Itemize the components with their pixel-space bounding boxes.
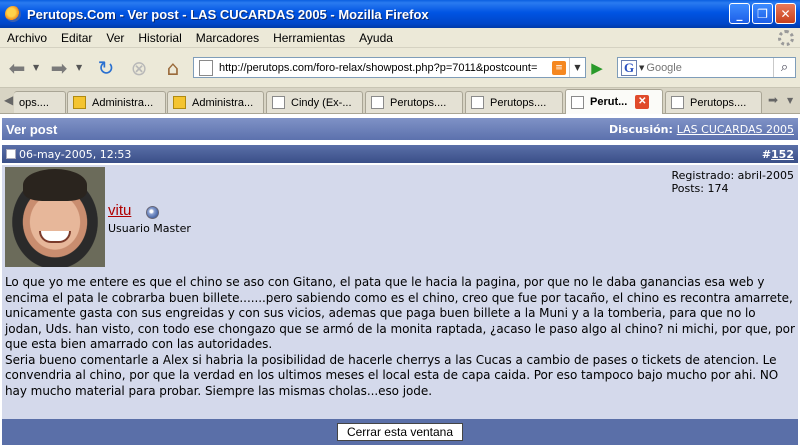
menu-bar: Archivo Editar Ver Historial Marcadores … (0, 28, 800, 48)
post-date-container: 06-may-2005, 12:53 (6, 148, 131, 161)
tab-label: Administra... (92, 96, 154, 109)
window-controls: _ ❐ ✕ (729, 3, 796, 24)
close-window-button[interactable]: ✕ (775, 3, 796, 24)
avatar-smile (39, 231, 71, 243)
discussion-link[interactable]: LAS CUCARDAS 2005 (677, 123, 794, 136)
post-paragraph-2: Seria bueno comentarle a Alex si habria … (5, 352, 779, 398)
tab-scroll-left-icon[interactable]: ◀ (4, 93, 13, 107)
tab-perutops-1[interactable]: ops.... (14, 91, 66, 113)
post-number: #152 (762, 148, 794, 161)
tab-perutops-2[interactable]: Perutops.... (365, 91, 463, 113)
url-bar[interactable]: http://perutops.com/foro-relax/showpost.… (193, 57, 586, 78)
tab-label: Cindy (Ex-... (291, 96, 352, 109)
discussion-label: Discusión: (609, 122, 673, 136)
post-number-prefix: # (761, 147, 772, 161)
menu-ver[interactable]: Ver (99, 31, 131, 45)
tab-bar: ◀ ops.... Administra... Administra... Ci… (0, 88, 800, 114)
tab-scroll-right-icon[interactable]: ➡ (768, 93, 778, 107)
page-icon (571, 95, 584, 109)
discussion-info: Discusión: LAS CUCARDAS 2005 (609, 123, 794, 136)
tab-perutops-3[interactable]: Perutops.... (465, 91, 563, 113)
admin-page-icon (73, 96, 86, 109)
go-icon[interactable]: ▶ (587, 59, 607, 77)
stop-icon[interactable]: ⊗ (126, 55, 152, 81)
tab-label: Administra... (192, 96, 254, 109)
menu-ayuda[interactable]: Ayuda (352, 31, 400, 45)
reload-icon[interactable]: ↻ (93, 55, 119, 81)
home-icon[interactable]: ⌂ (160, 55, 186, 81)
tab-cindy[interactable]: Cindy (Ex-... (266, 91, 363, 113)
page-content: Ver post Discusión: LAS CUCARDAS 2005 06… (0, 115, 800, 445)
menu-herramientas[interactable]: Herramientas (266, 31, 352, 45)
page-icon (199, 59, 213, 76)
url-text[interactable]: http://perutops.com/foro-relax/showpost.… (219, 62, 552, 74)
username: vitu (108, 202, 131, 219)
user-title: Usuario Master (108, 222, 191, 235)
avatar (5, 167, 105, 267)
tab-list-dropdown-icon[interactable]: ▼ (787, 96, 793, 105)
page-header: Ver post Discusión: LAS CUCARDAS 2005 (2, 118, 798, 140)
maximize-button[interactable]: ❐ (752, 3, 773, 24)
post-count: Posts: 174 (671, 182, 729, 195)
menu-marcadores[interactable]: Marcadores (189, 31, 266, 45)
page-icon (371, 96, 384, 109)
username-link[interactable]: vitu (108, 202, 131, 219)
tab-administra-1[interactable]: Administra... (67, 91, 166, 113)
post-icon (6, 149, 16, 159)
rss-icon[interactable]: ≡ (552, 60, 566, 75)
navigation-toolbar: ⬅ ▼ ➡ ▼ ↻ ⊗ ⌂ http://perutops.com/foro-r… (0, 48, 800, 88)
menu-editar[interactable]: Editar (54, 31, 99, 45)
registered-date: Registrado: abril-2005 (671, 169, 795, 182)
tab-label: Perutops.... (390, 96, 447, 109)
admin-page-icon (173, 96, 186, 109)
back-dropdown-icon[interactable]: ▼ (33, 63, 39, 72)
user-meta: Registrado: abril-2005 Posts: 174 (672, 169, 795, 195)
page-icon (272, 96, 285, 109)
minimize-button[interactable]: _ (729, 3, 750, 24)
url-history-dropdown-icon[interactable]: ▼ (569, 58, 585, 77)
post-paragraph-1: Lo que yo me entere es que el chino se a… (5, 275, 795, 351)
activity-throbber-icon (778, 30, 794, 46)
search-bar: G ▼ ⌕ (617, 57, 796, 78)
window-titlebar: Perutops.Com - Ver post - LAS CUCARDAS 2… (0, 0, 800, 28)
search-engine-dropdown-icon[interactable]: ▼ (639, 64, 644, 72)
menu-archivo[interactable]: Archivo (0, 31, 54, 45)
tab-perutops-4[interactable]: Perutops.... (665, 91, 762, 113)
tab-label: Perutops.... (490, 96, 547, 109)
close-tab-icon[interactable]: ✕ (635, 95, 650, 109)
window-title: Perutops.Com - Ver post - LAS CUCARDAS 2… (27, 6, 429, 22)
google-icon[interactable]: G (621, 59, 637, 76)
page-icon (671, 96, 684, 109)
avatar-hair (23, 169, 87, 201)
user-info-panel: vitu Usuario Master Registrado: abril-20… (2, 165, 798, 269)
menu-historial[interactable]: Historial (131, 31, 188, 45)
forward-icon[interactable]: ➡ (46, 55, 72, 81)
tab-label: Perut... (590, 96, 628, 108)
page-title: Ver post (6, 121, 58, 137)
search-input[interactable] (646, 61, 767, 74)
tab-active-perutops[interactable]: Perut... ✕ (565, 89, 663, 114)
post-date: 06-may-2005, 12:53 (19, 147, 132, 161)
firefox-logo-icon (5, 6, 21, 22)
page-icon (471, 96, 484, 109)
search-icon[interactable]: ⌕ (773, 58, 795, 77)
post-header: 06-may-2005, 12:53 #152 (2, 145, 798, 163)
back-icon[interactable]: ⬅ (4, 55, 30, 81)
forward-dropdown-icon[interactable]: ▼ (76, 63, 82, 72)
tab-label: Perutops.... (690, 96, 747, 109)
tab-label: ops.... (19, 96, 49, 109)
close-window-page-button[interactable]: Cerrar esta ventana (336, 423, 464, 441)
page-footer: Cerrar esta ventana (2, 419, 798, 445)
post-number-link[interactable]: 152 (771, 148, 794, 161)
online-status-icon (146, 206, 159, 219)
tab-administra-2[interactable]: Administra... (167, 91, 264, 113)
post-body: Lo que yo me entere es que el chino se a… (2, 269, 798, 419)
